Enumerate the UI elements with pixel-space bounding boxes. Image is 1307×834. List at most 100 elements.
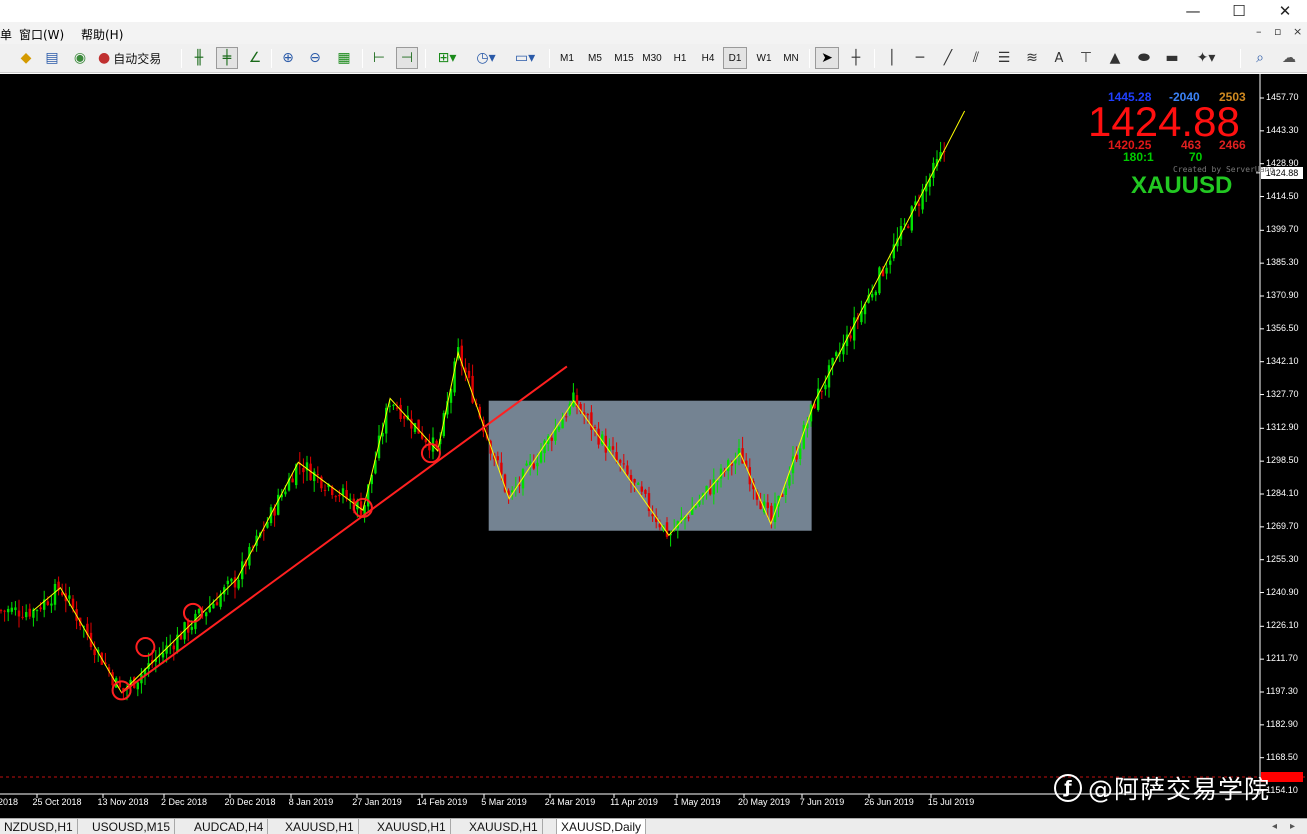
bar-chart-icon[interactable]: ╫ — [189, 47, 209, 69]
mt4-window: — ☐ ✕ 单 窗口(W) 帮助(H) – ▫ × ◆ ▤ ◉ ● 自动交易 ╫… — [0, 0, 1307, 834]
candle-body — [338, 494, 341, 497]
timeframe-m15[interactable]: M15 — [611, 47, 637, 69]
price-tick-label: 1370.90 — [1266, 290, 1299, 300]
trendline-touch-circle — [135, 637, 156, 658]
candle-body — [349, 498, 352, 500]
mdi-minimize-button[interactable]: – — [1256, 25, 1262, 38]
trendline-icon[interactable]: ╱ — [938, 47, 958, 69]
candle-body — [536, 462, 539, 467]
title-bar: — ☐ ✕ — [0, 0, 1307, 22]
rectangle-icon[interactable]: ▬ — [1162, 47, 1182, 69]
timeframe-m1[interactable]: M1 — [555, 47, 579, 69]
minimize-button[interactable]: — — [1170, 0, 1216, 22]
templates-icon[interactable]: ▭▾ — [508, 47, 542, 69]
candle-body — [471, 375, 474, 403]
timeframe-w1[interactable]: W1 — [752, 47, 776, 69]
candle-body — [161, 652, 165, 658]
candle-body — [917, 203, 921, 207]
candlestick-chart-icon[interactable]: ╪ — [216, 47, 238, 69]
tab-scroll-left-button[interactable]: ◂ — [1268, 819, 1281, 834]
fibonacci-retracement-icon[interactable]: ☰ — [993, 47, 1015, 69]
candle-body — [593, 426, 597, 428]
menu-item-help[interactable]: 帮助(H) — [81, 26, 123, 43]
timeframe-d1[interactable]: D1 — [723, 47, 747, 69]
candle-body — [316, 474, 319, 476]
candle-body — [341, 488, 345, 495]
candle-body — [50, 603, 53, 606]
candle-body — [172, 645, 175, 650]
mdi-restore-button[interactable]: ▫ — [1274, 25, 1281, 38]
price-tick-label: 1284.10 — [1266, 488, 1299, 498]
candle-body — [572, 392, 575, 407]
candle-body — [190, 626, 193, 630]
time-tick-label: 2 Dec 2018 — [160, 797, 208, 807]
trendline-touch-circle — [420, 443, 441, 464]
price-tick-label: 1211.70 — [1266, 653, 1298, 664]
tab-xauusd-h1-a[interactable]: XAUUSD,H1 — [281, 819, 359, 834]
chart-shift-icon[interactable]: ⊢ — [369, 47, 389, 69]
tile-windows-icon[interactable]: ▦ — [333, 47, 355, 69]
candle-body — [3, 610, 6, 612]
info-ratio: 180:1 — [1123, 150, 1154, 164]
candle-body — [334, 496, 337, 498]
menu-item-list[interactable]: 单 — [0, 26, 12, 43]
auto-scroll-icon[interactable]: ⊣ — [396, 47, 418, 69]
data-window-icon[interactable]: ▤ — [42, 47, 62, 69]
time-tick-label: 20 Dec 2018 — [224, 797, 276, 807]
tab-nzdusd-h1[interactable]: NZDUSD,H1 — [0, 819, 78, 834]
timeframe-mn[interactable]: MN — [779, 47, 803, 69]
candle-body — [136, 682, 139, 690]
chat-icon[interactable]: ☁ — [1278, 47, 1300, 69]
zoom-out-icon[interactable]: ⊖ — [305, 47, 325, 69]
equidistant-channel-icon[interactable]: ⫽ — [965, 47, 987, 69]
time-tick-label: 2018 — [0, 797, 19, 807]
menu-bar: 单 窗口(W) 帮助(H) – ▫ × — [0, 22, 1307, 44]
tab-xauusd-h1-c[interactable]: XAUUSD,H1 — [465, 819, 543, 834]
maximize-button[interactable]: ☐ — [1216, 0, 1262, 22]
auto-trading-button[interactable]: ● 自动交易 — [98, 47, 174, 69]
price-tick-label: 1154.10 — [1266, 784, 1298, 795]
crosshair-icon[interactable]: ┼ — [845, 47, 867, 69]
text-tool-icon[interactable]: A — [1049, 47, 1069, 69]
timeframe-m30[interactable]: M30 — [639, 47, 665, 69]
price-info-panel: 1445.28 -2040 2503 1424.88 1420.25 463 2… — [1088, 90, 1274, 200]
tab-audcad-h4[interactable]: AUDCAD,H4 — [190, 819, 269, 834]
candle-body — [212, 603, 215, 609]
market-watch-icon[interactable]: ◆ — [16, 47, 36, 69]
search-icon[interactable]: ⌕ — [1250, 47, 1270, 69]
navigator-icon[interactable]: ◉ — [70, 47, 90, 69]
candle-body — [197, 609, 201, 614]
tab-scroll-right-button[interactable]: ▸ — [1286, 819, 1299, 834]
cursor-icon[interactable]: ➤ — [815, 47, 839, 69]
ellipse-icon[interactable]: ⬬ — [1133, 47, 1155, 69]
time-tick-label: 26 Jun 2019 — [864, 797, 914, 807]
candle-body — [302, 468, 305, 473]
horizontal-line-icon[interactable]: ─ — [910, 47, 930, 69]
timeframe-m5[interactable]: M5 — [583, 47, 607, 69]
menu-item-window[interactable]: 窗口(W) — [19, 26, 64, 43]
candle-body — [712, 479, 715, 495]
indicators-icon[interactable]: ⊞▾ — [432, 47, 462, 69]
line-chart-icon[interactable]: ∠ — [245, 47, 265, 69]
time-tick-label: 7 Jun 2019 — [799, 797, 845, 807]
close-button[interactable]: ✕ — [1262, 0, 1307, 22]
fibonacci-fan-icon[interactable]: ≋ — [1021, 47, 1043, 69]
candle-body — [215, 602, 219, 606]
tab-usousd-m15[interactable]: USOUSD,M15 — [88, 819, 176, 834]
vertical-line-icon[interactable]: │ — [882, 47, 902, 69]
triangle-icon[interactable]: ▲ — [1105, 47, 1125, 69]
timeframe-h4[interactable]: H4 — [696, 47, 720, 69]
arrows-menu-icon[interactable]: ✦▾ — [1190, 47, 1222, 69]
text-label-icon[interactable]: ⊤ — [1076, 47, 1096, 69]
price-chart[interactable]: 1457.70 1443.30 1428.90 1414.50 1399.70 1385.… — [0, 74, 1307, 818]
price-tick-label: 1399.70 — [1266, 224, 1299, 235]
candle-body — [694, 505, 697, 508]
tab-xauusd-h1-b[interactable]: XAUUSD,H1 — [373, 819, 451, 834]
timeframe-h1[interactable]: H1 — [668, 47, 692, 69]
candle-body — [784, 488, 787, 495]
periods-icon[interactable]: ◷▾ — [470, 47, 502, 69]
mdi-close-button[interactable]: × — [1293, 25, 1302, 38]
time-tick-label: 11 Apr 2019 — [610, 797, 658, 807]
tab-xauusd-daily[interactable]: XAUUSD,Daily — [556, 818, 647, 834]
zoom-in-icon[interactable]: ⊕ — [278, 47, 298, 69]
